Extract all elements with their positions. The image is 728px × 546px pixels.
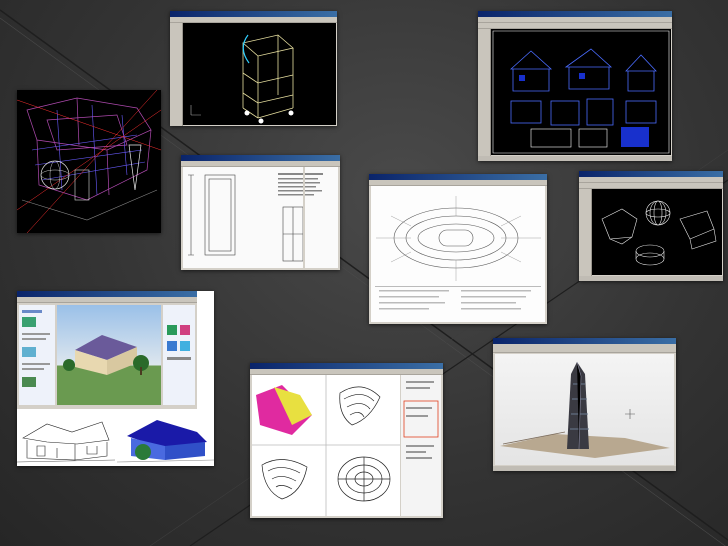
cad-canvas bbox=[491, 29, 671, 155]
drawing-sheet bbox=[183, 167, 338, 268]
window-statusbar bbox=[478, 156, 672, 161]
window-tool-palette bbox=[579, 189, 592, 281]
thumbnail-wireframe-building bbox=[17, 90, 161, 233]
house-sketch bbox=[17, 410, 115, 466]
window-tool-palette bbox=[478, 29, 491, 161]
window-statusbar bbox=[493, 466, 676, 471]
viewport-grid bbox=[252, 375, 400, 516]
thumbnail-tower-rendering bbox=[493, 338, 676, 471]
house-software-window bbox=[17, 291, 197, 409]
color-swatches bbox=[163, 305, 195, 405]
cad-canvas bbox=[183, 23, 336, 125]
window-statusbar bbox=[579, 276, 723, 281]
wireframe-building-image bbox=[17, 90, 161, 233]
window-toolbar bbox=[17, 297, 197, 303]
render-viewport bbox=[57, 305, 161, 405]
drawing-sheet bbox=[371, 186, 545, 322]
thumbnail-surface-modeling bbox=[250, 363, 443, 518]
properties-panel bbox=[401, 375, 441, 516]
window-tool-palette bbox=[170, 23, 183, 126]
thumbnail-cad-3d-frame bbox=[170, 11, 337, 126]
side-panel bbox=[19, 305, 55, 405]
thumbnail-house-rendering bbox=[17, 291, 214, 466]
thumbnail-door-detail bbox=[181, 155, 340, 270]
thumbnail-house-blueprints bbox=[478, 11, 672, 161]
cad-canvas bbox=[592, 189, 722, 275]
thumbnail-3d-solids bbox=[579, 171, 723, 281]
thumbnail-stadium-plan bbox=[369, 174, 547, 324]
render-viewport bbox=[495, 354, 674, 465]
house-blue-render bbox=[117, 410, 214, 466]
window-toolbar bbox=[493, 344, 676, 353]
